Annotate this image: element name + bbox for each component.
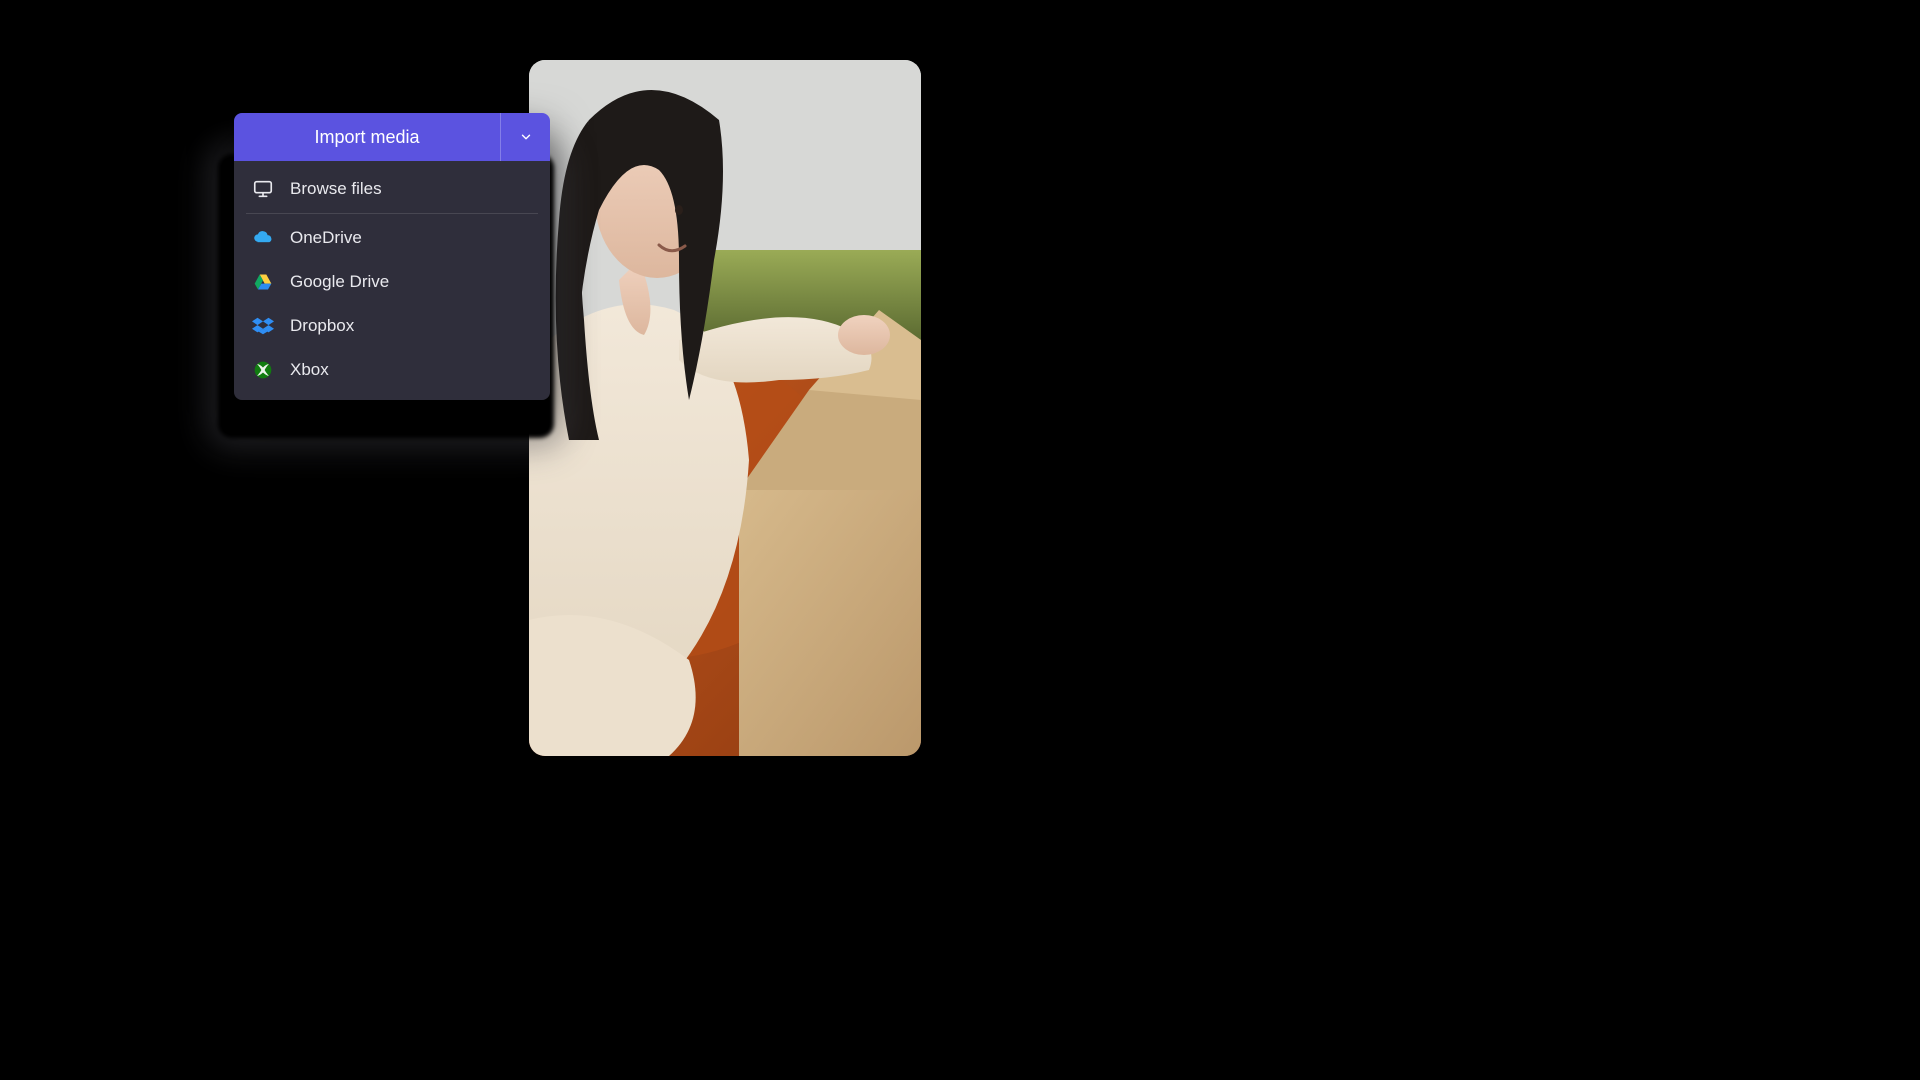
menu-item-xbox[interactable]: Xbox	[234, 348, 550, 392]
monitor-icon	[252, 178, 274, 200]
gdrive-icon	[252, 271, 274, 293]
menu-item-label: Browse files	[290, 179, 382, 199]
menu-item-browse-files[interactable]: Browse files	[234, 167, 550, 211]
preview-illustration	[529, 60, 921, 756]
menu-item-onedrive[interactable]: OneDrive	[234, 216, 550, 260]
chevron-down-icon	[519, 130, 533, 144]
import-media-dropdown: Import media Browse files	[234, 113, 550, 400]
import-media-label: Import media	[314, 127, 419, 148]
dropbox-icon	[252, 315, 274, 337]
xbox-icon	[252, 359, 274, 381]
menu-item-dropbox[interactable]: Dropbox	[234, 304, 550, 348]
menu-item-label: Google Drive	[290, 272, 389, 292]
import-media-chevron-button[interactable]	[500, 113, 550, 161]
menu-item-google-drive[interactable]: Google Drive	[234, 260, 550, 304]
import-sources-menu: Browse files OneDrive	[234, 161, 550, 400]
media-preview-thumbnail	[529, 60, 921, 756]
menu-item-label: Dropbox	[290, 316, 354, 336]
menu-item-label: Xbox	[290, 360, 329, 380]
menu-divider	[246, 213, 538, 214]
menu-item-label: OneDrive	[290, 228, 362, 248]
import-media-button[interactable]: Import media	[234, 113, 500, 161]
onedrive-icon	[252, 227, 274, 249]
